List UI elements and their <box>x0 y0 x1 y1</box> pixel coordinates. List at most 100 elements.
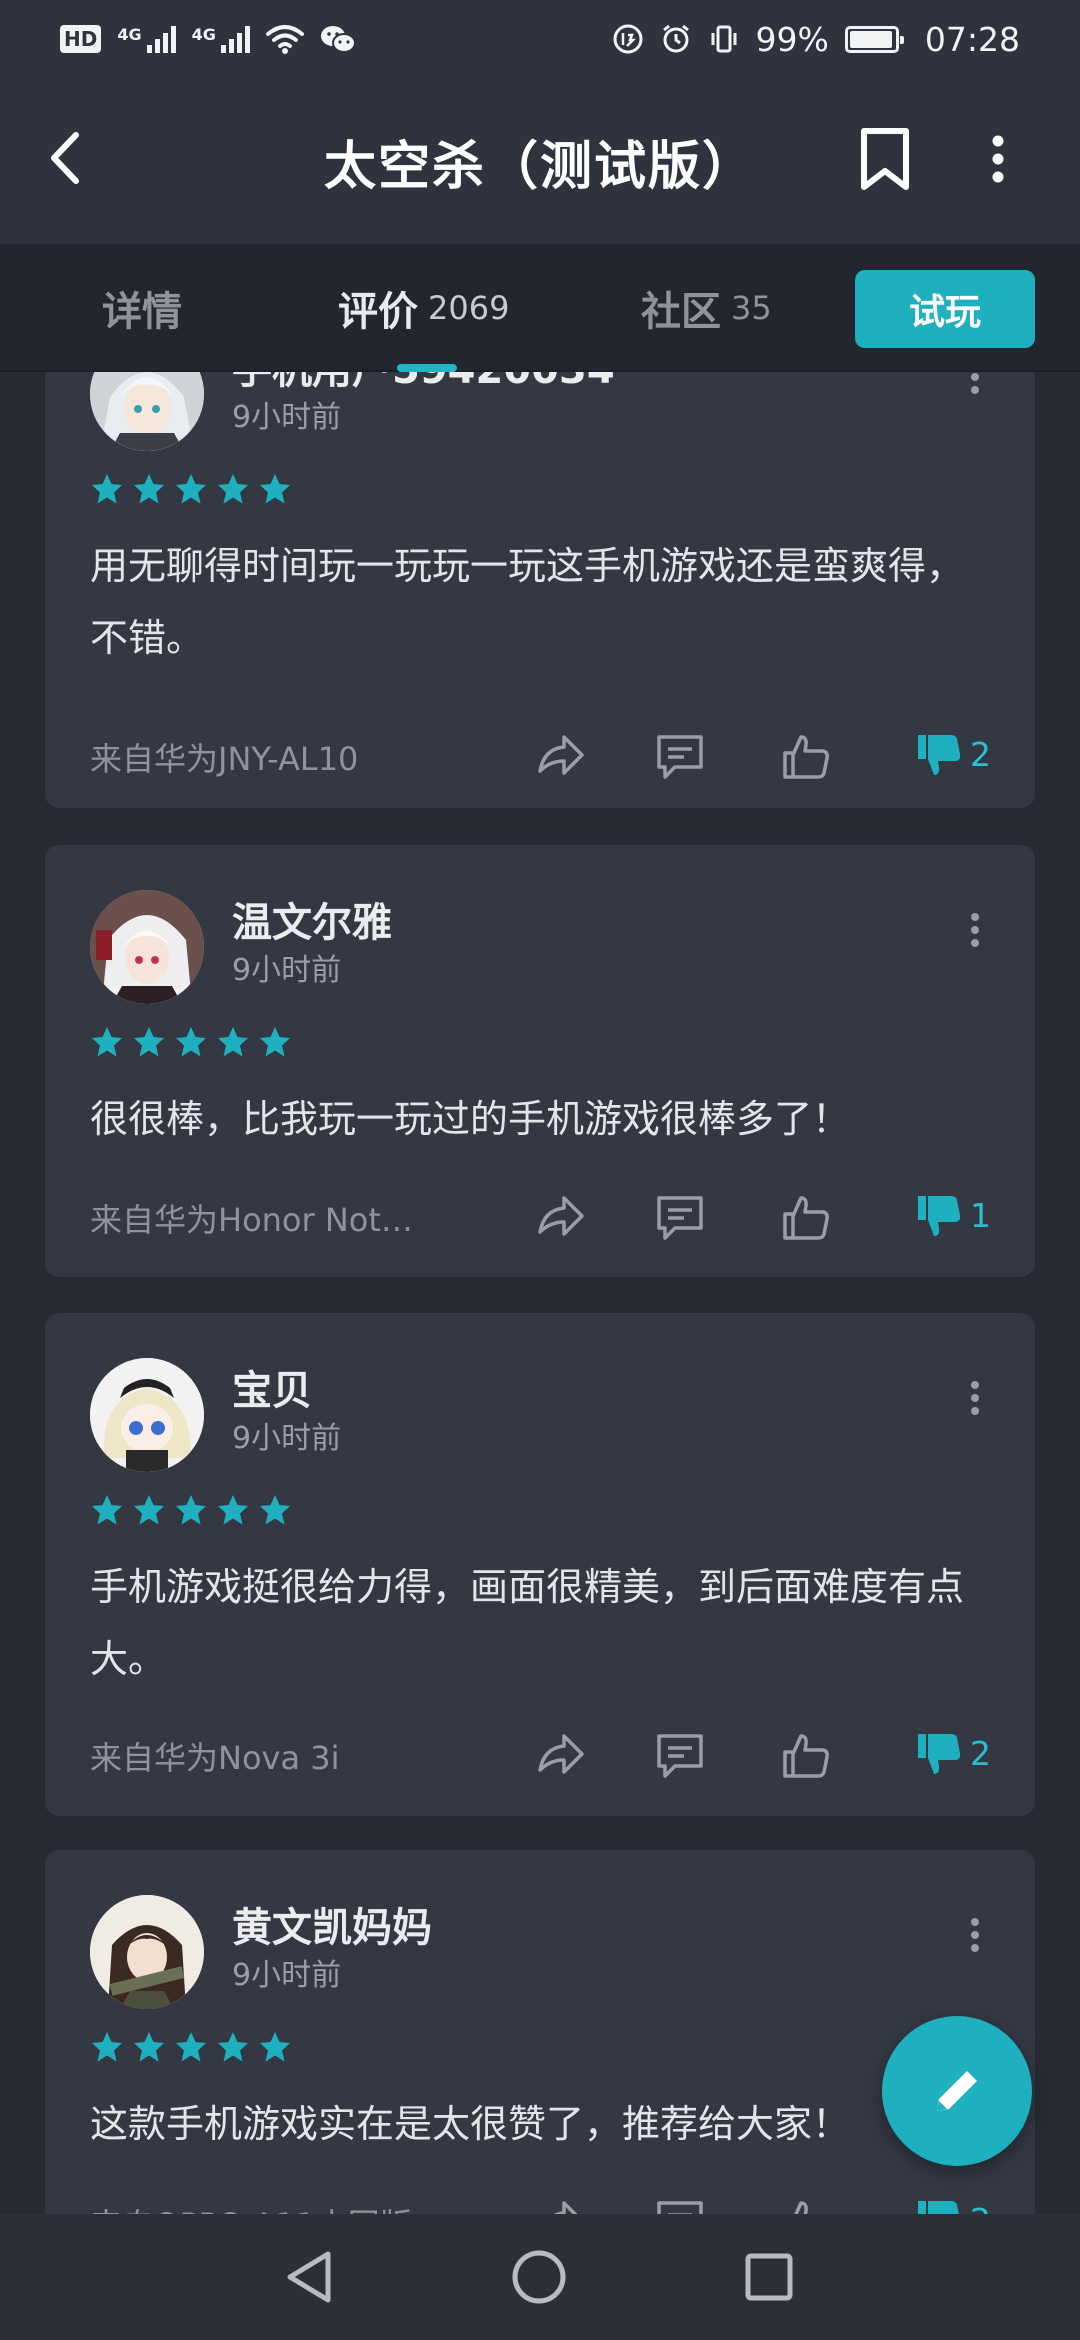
star-icon <box>260 1027 290 1057</box>
tab-count: 35 <box>731 289 772 327</box>
star-icon <box>134 1495 164 1525</box>
comment-icon <box>657 2201 703 2214</box>
triangle-back-icon <box>287 2251 331 2303</box>
thumbs-down-icon <box>918 2201 959 2214</box>
dislike-button[interactable] <box>911 1189 967 1245</box>
like-button[interactable] <box>778 1727 834 1783</box>
more-vertical-icon <box>971 1918 979 1952</box>
review-text[interactable]: 用无聊得时间玩一玩玩一玩这手机游戏还是蛮爽得，不错。 <box>90 530 1000 674</box>
network-label: 4G <box>191 25 216 44</box>
username[interactable]: 温文尔雅 <box>232 890 392 948</box>
share-button[interactable] <box>533 1189 589 1245</box>
like-button[interactable] <box>778 2194 834 2214</box>
nav-home-button[interactable] <box>504 2242 574 2312</box>
comment-icon <box>657 1734 703 1778</box>
more-vertical-icon <box>971 373 979 394</box>
back-button[interactable] <box>40 128 90 188</box>
wifi-icon <box>265 25 304 54</box>
comment-button[interactable] <box>652 2194 708 2214</box>
device-label: 来自OPPO A11中国版 <box>90 2200 412 2214</box>
device-label: 来自华为Honor Note... <box>90 1201 420 1239</box>
review-more-button[interactable] <box>960 372 990 402</box>
comment-button[interactable] <box>652 728 708 784</box>
comment-button[interactable] <box>652 1727 708 1783</box>
signal-icon: 4G <box>117 25 176 53</box>
share-icon <box>553 2201 578 2214</box>
share-button[interactable] <box>533 2194 589 2214</box>
share-button[interactable] <box>533 728 589 784</box>
star-icon <box>218 1027 248 1057</box>
avatar[interactable] <box>90 1895 204 2009</box>
comment-icon <box>657 735 703 779</box>
review-card: 温文尔雅 9小时前 很很棒，比我玩一玩过的手机游戏很棒多了！ 来自华为Honor… <box>45 845 1035 1277</box>
tab-reviews[interactable]: 评价 2069 <box>338 244 509 372</box>
bookmark-icon <box>861 128 909 190</box>
star-icon <box>176 1027 206 1057</box>
dislike-button[interactable] <box>911 728 967 784</box>
star-icon <box>92 2032 122 2062</box>
star-icon <box>176 474 206 504</box>
star-icon <box>92 1027 122 1057</box>
hd-badge: HD <box>60 25 102 53</box>
rating-stars <box>90 2030 292 2064</box>
device-label: 来自华为Nova 3i <box>90 1739 340 1777</box>
rating-stars <box>90 472 292 506</box>
avatar[interactable] <box>90 372 204 451</box>
thumbs-down-icon <box>918 1734 961 1774</box>
write-review-button[interactable] <box>882 2016 1032 2166</box>
username[interactable]: 黄文凯妈妈 <box>232 1895 432 1953</box>
star-icon <box>134 2032 164 2062</box>
network-label: 4G <box>117 25 142 44</box>
review-text[interactable]: 这款手机游戏实在是太很赞了，推荐给大家！ <box>90 2088 1000 2160</box>
dislike-button[interactable] <box>911 2194 967 2214</box>
avatar-image <box>90 1895 204 2009</box>
pencil-icon <box>937 2071 977 2111</box>
star-icon <box>260 1495 290 1525</box>
review-card: 宝贝 9小时前 手机游戏挺很给力得，画面很精美，到后面难度有点大。 来自华为No… <box>45 1313 1035 1816</box>
nav-recents-button[interactable] <box>734 2242 804 2312</box>
username[interactable]: 宝贝 <box>232 1358 312 1416</box>
star-icon <box>92 474 122 504</box>
share-button[interactable] <box>533 1727 589 1783</box>
star-icon <box>92 1495 122 1525</box>
review-more-button[interactable] <box>960 905 990 955</box>
dislike-button[interactable] <box>911 1727 967 1783</box>
avatar-image <box>90 372 204 451</box>
tab-count: 2069 <box>428 289 510 327</box>
comment-button[interactable] <box>652 1189 708 1245</box>
more-options-button[interactable] <box>978 124 1018 194</box>
share-icon <box>538 735 584 775</box>
circle-home-icon <box>512 2250 566 2304</box>
tab-label: 社区 <box>641 289 721 335</box>
avatar[interactable] <box>90 1358 204 1472</box>
nav-back-button[interactable] <box>274 2242 344 2312</box>
trial-button[interactable]: 试玩 <box>855 270 1035 348</box>
battery-percent: 99% <box>755 19 829 59</box>
review-list[interactable]: 手机用户59420034 9小时前 用无聊得时间玩一玩玩一玩这手机游戏还是蛮爽得… <box>0 372 1080 2214</box>
star-icon <box>260 474 290 504</box>
more-vertical-icon <box>971 1381 979 1415</box>
system-nav-bar <box>0 2214 1080 2340</box>
page-title: 太空杀（测试版） <box>323 136 756 197</box>
wechat-icon <box>320 26 356 53</box>
review-time: 9小时前 <box>232 400 342 435</box>
bookmark-button[interactable] <box>852 124 918 194</box>
review-more-button[interactable] <box>960 1373 990 1423</box>
like-button[interactable] <box>778 728 834 784</box>
star-icon <box>176 2032 206 2062</box>
like-button[interactable] <box>778 1189 834 1245</box>
review-text[interactable]: 很很棒，比我玩一玩过的手机游戏很棒多了！ <box>90 1083 1000 1155</box>
review-time: 9小时前 <box>232 1958 342 1993</box>
review-text[interactable]: 手机游戏挺很给力得，画面很精美，到后面难度有点大。 <box>90 1551 1000 1695</box>
data-saver-icon <box>613 24 643 54</box>
tab-label: 详情 <box>102 289 182 335</box>
review-more-button[interactable] <box>960 1910 990 1960</box>
clock: 07:28 <box>924 19 1020 59</box>
rating-stars <box>90 1025 292 1059</box>
tab-community[interactable]: 社区 35 <box>641 244 772 372</box>
tab-details[interactable]: 详情 <box>102 244 182 372</box>
avatar[interactable] <box>90 890 204 1004</box>
signal-icon: 4G <box>192 25 250 53</box>
thumbs-up-icon <box>783 1734 829 1778</box>
thumbs-down-icon <box>918 1196 961 1236</box>
